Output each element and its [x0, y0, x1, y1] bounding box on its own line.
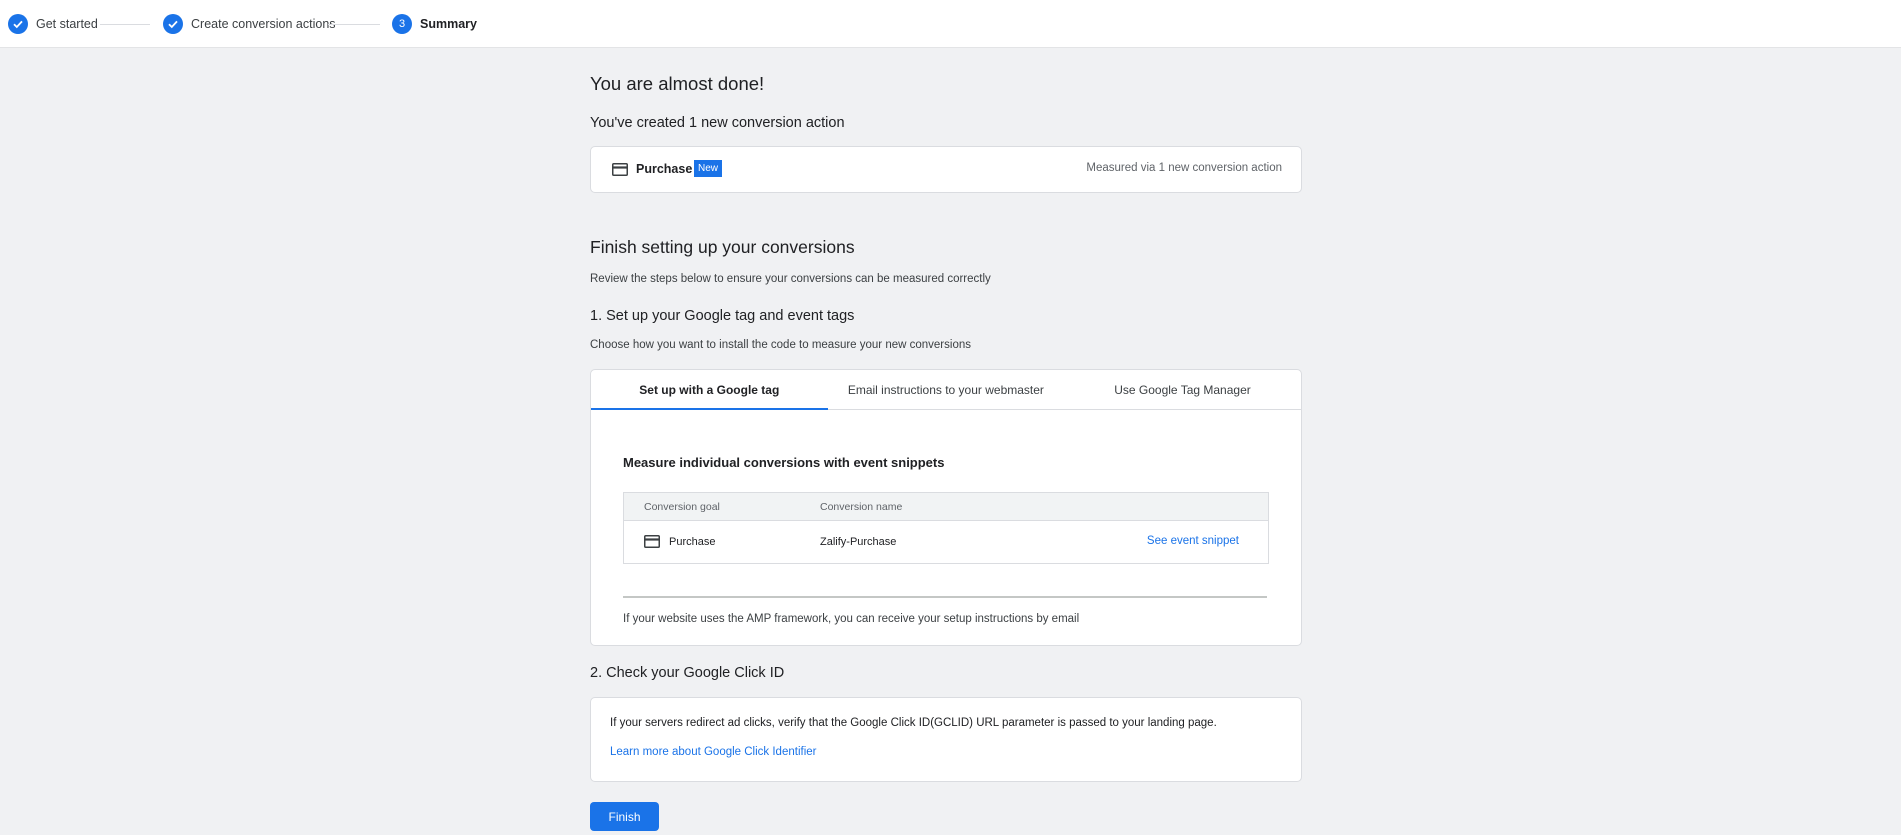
conversion-name: Purchase	[636, 162, 693, 176]
install-method-tabs: Set up with a Google tag Email instructi…	[591, 370, 1301, 410]
snippets-table: Conversion goal Conversion name Purchase…	[623, 492, 1269, 564]
column-header-name: Conversion name	[820, 501, 903, 513]
conversion-goal-cell: Purchase	[669, 536, 716, 548]
finish-heading: Finish setting up your conversions	[590, 237, 855, 257]
measured-text: Measured via 1 new conversion action	[1086, 162, 1282, 174]
column-header-goal: Conversion goal	[644, 501, 720, 513]
progress-stepper: Get started Create conversion actions 3 …	[0, 0, 1901, 48]
page-title: You are almost done!	[590, 73, 765, 94]
step2-heading: 2. Check your Google Click ID	[590, 665, 785, 681]
gclid-card: If your servers redirect ad clicks, veri…	[590, 697, 1302, 782]
learn-more-gclid-link[interactable]: Learn more about Google Click Identifier	[610, 746, 816, 758]
check-icon	[8, 13, 28, 34]
credit-card-icon	[612, 163, 628, 181]
snippets-title: Measure individual conversions with even…	[623, 455, 945, 470]
step-label: Summary	[420, 16, 477, 31]
step-summary[interactable]: 3 Summary	[392, 0, 477, 47]
tab-google-tag-manager[interactable]: Use Google Tag Manager	[1064, 370, 1301, 409]
finish-button[interactable]: Finish	[590, 802, 659, 831]
step1-heading: 1. Set up your Google tag and event tags	[590, 308, 855, 324]
step-label: Get started	[36, 16, 98, 31]
step-connector	[100, 24, 150, 25]
divider	[623, 596, 1267, 598]
step-get-started[interactable]: Get started	[8, 0, 98, 47]
table-header: Conversion goal Conversion name	[624, 493, 1268, 521]
see-event-snippet-link[interactable]: See event snippet	[1147, 535, 1239, 547]
amp-note: If your website uses the AMP framework, …	[623, 613, 1080, 625]
tag-setup-card: Set up with a Google tag Email instructi…	[590, 369, 1302, 646]
step-create-conversion-actions[interactable]: Create conversion actions	[163, 0, 336, 47]
step1-description: Choose how you want to install the code …	[590, 339, 971, 351]
conversion-summary-card: Purchase New Measured via 1 new conversi…	[590, 146, 1302, 193]
conversion-name-cell: Zalify-Purchase	[820, 536, 897, 548]
finish-description: Review the steps below to ensure your co…	[590, 273, 991, 285]
gclid-text: If your servers redirect ad clicks, veri…	[610, 717, 1217, 729]
credit-card-icon	[644, 535, 660, 553]
tab-google-tag[interactable]: Set up with a Google tag	[591, 370, 828, 410]
step-connector	[328, 24, 380, 25]
tab-email-webmaster[interactable]: Email instructions to your webmaster	[828, 370, 1065, 409]
step-number-badge: 3	[392, 13, 412, 34]
step-label: Create conversion actions	[191, 16, 336, 31]
check-icon	[163, 13, 183, 34]
new-badge: New	[694, 160, 723, 177]
table-row: Purchase Zalify-Purchase See event snipp…	[624, 521, 1268, 563]
created-heading: You've created 1 new conversion action	[590, 115, 845, 131]
